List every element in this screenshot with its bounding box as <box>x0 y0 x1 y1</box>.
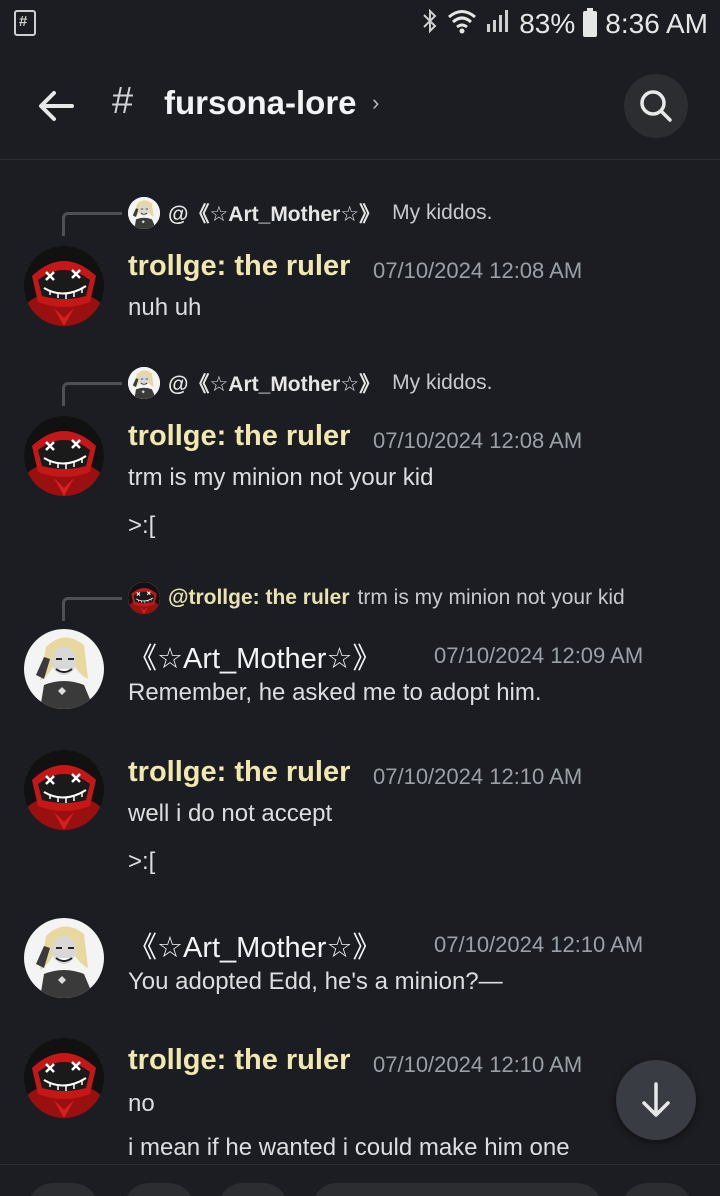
avatar <box>128 367 160 399</box>
avatar <box>128 197 160 229</box>
reply-text: trm is my minion not your kid <box>357 586 625 609</box>
message-text: well i do not accept <box>128 800 333 827</box>
avatar <box>128 582 160 614</box>
timestamp: 07/10/2024 12:09 AM <box>434 643 644 668</box>
author-name[interactable]: 《☆Art_Mother☆》 <box>128 635 381 677</box>
message-text: i mean if he wanted i could make him one <box>128 1134 570 1161</box>
back-arrow-icon[interactable] <box>34 84 78 128</box>
arrow-down-icon <box>642 1082 670 1117</box>
message-input[interactable] <box>312 1183 602 1196</box>
author-name[interactable]: 《☆Art_Mother☆》 <box>128 924 381 966</box>
message-composer-bar <box>0 1164 720 1196</box>
reply-preview[interactable]: @trollge: the ruler trm is my minion not… <box>128 581 625 615</box>
avatar[interactable] <box>24 750 104 830</box>
battery-percent: 83% <box>519 8 576 39</box>
channel-hash-icon: # <box>112 80 134 122</box>
channel-name[interactable]: fursona-lore <box>164 84 357 122</box>
voice-button[interactable] <box>622 1183 692 1196</box>
search-icon <box>640 90 672 122</box>
author-name[interactable]: trollge: the ruler <box>128 1044 350 1077</box>
author-name[interactable]: trollge: the ruler <box>128 420 350 453</box>
reply-text: My kiddos. <box>392 201 493 224</box>
message-text: >:[ <box>128 512 156 539</box>
avatar[interactable] <box>24 246 104 326</box>
message-text: nuh uh <box>128 294 202 321</box>
timestamp: 07/10/2024 12:10 AM <box>434 932 644 957</box>
avatar[interactable] <box>24 918 104 998</box>
bluetooth-icon <box>421 8 439 40</box>
gift-button[interactable] <box>218 1183 288 1196</box>
message-text: >:[ <box>128 848 156 875</box>
timestamp: 07/10/2024 12:10 AM <box>373 764 583 789</box>
status-bar: 83% 8:36 AM <box>0 0 720 50</box>
reply-author: @《☆Art_Mother☆》 <box>168 203 381 226</box>
author-name[interactable]: trollge: the ruler <box>128 250 350 283</box>
reply-author: @《☆Art_Mother☆》 <box>168 373 381 396</box>
reply-preview[interactable]: @《☆Art_Mother☆》 My kiddos. <box>128 196 493 230</box>
add-attachment-button[interactable] <box>28 1183 98 1196</box>
message-text: no <box>128 1090 155 1117</box>
avatar[interactable] <box>24 416 104 496</box>
reply-connector <box>62 597 122 621</box>
chevron-right-icon[interactable]: › <box>372 90 379 116</box>
clock: 8:36 AM <box>605 8 708 39</box>
channel-header: # fursona-lore › <box>0 56 720 160</box>
reply-text: My kiddos. <box>392 371 493 394</box>
app-notification-icon <box>14 10 36 36</box>
reply-connector <box>62 212 122 236</box>
battery-icon <box>583 8 598 37</box>
search-button[interactable] <box>624 74 688 138</box>
message-text: You adopted Edd, he's a minion?— <box>128 968 503 995</box>
jump-to-latest-button[interactable] <box>616 1060 696 1140</box>
signal-icon <box>485 8 511 40</box>
timestamp: 07/10/2024 12:10 AM <box>373 1052 583 1077</box>
avatar[interactable] <box>24 1038 104 1118</box>
avatar[interactable] <box>24 629 104 709</box>
message-text: Remember, he asked me to adopt him. <box>128 679 542 706</box>
author-name[interactable]: trollge: the ruler <box>128 756 350 789</box>
timestamp: 07/10/2024 12:08 AM <box>373 258 583 283</box>
apps-button[interactable] <box>124 1183 194 1196</box>
reply-preview[interactable]: @《☆Art_Mother☆》 My kiddos. <box>128 366 493 400</box>
reply-connector <box>62 382 122 406</box>
message-text: trm is my minion not your kid <box>128 464 434 491</box>
reply-author: @trollge: the ruler <box>168 586 350 609</box>
wifi-icon <box>447 8 477 40</box>
timestamp: 07/10/2024 12:08 AM <box>373 428 583 453</box>
